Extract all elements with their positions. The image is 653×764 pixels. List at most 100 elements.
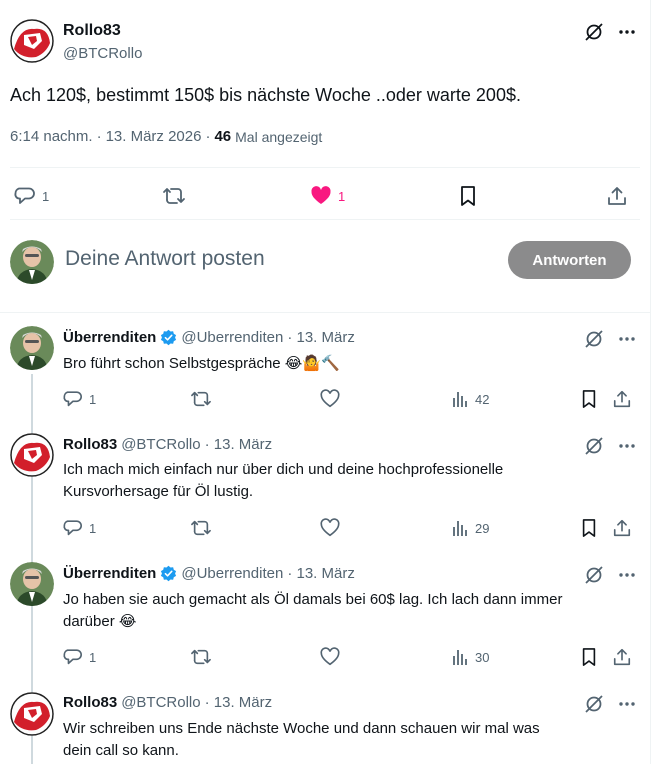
grok-icon[interactable]	[584, 22, 604, 42]
reply-action-bar: 1 42	[0, 386, 650, 416]
reply-top-icons	[584, 329, 636, 349]
section-divider	[0, 312, 650, 313]
more-options-icon[interactable]	[618, 695, 636, 713]
like-button[interactable]	[320, 389, 340, 409]
share-icon	[613, 519, 631, 537]
reply-text-line: dein call so kann.	[63, 742, 179, 759]
more-options-icon[interactable]	[618, 330, 636, 348]
like-button[interactable]	[320, 518, 340, 538]
reply-header: Überrenditen @Uberrenditen · 13. März	[63, 329, 355, 346]
reply-text: Wir schreiben uns Ende nächste Woche und…	[63, 718, 618, 762]
views-button[interactable]: 29	[451, 518, 489, 538]
reply-author-name[interactable]: Überrenditen	[63, 329, 156, 346]
views-button[interactable]: 30	[451, 647, 489, 667]
reply-author-handle[interactable]: @BTCRollo	[121, 436, 200, 453]
reply-icon	[63, 391, 82, 407]
reply-count: 1	[89, 649, 97, 665]
like-button[interactable]	[320, 647, 340, 667]
avatar-rollo83[interactable]	[10, 433, 54, 477]
repost-icon	[191, 520, 211, 536]
repost-icon	[191, 649, 211, 665]
repost-button[interactable]	[190, 389, 212, 409]
share-icon	[608, 187, 626, 205]
tweet-time[interactable]: 6:14 nachm.	[10, 128, 93, 145]
reply-author-name[interactable]: Rollo83	[63, 436, 117, 453]
current-user-avatar[interactable]	[10, 240, 54, 284]
bookmark-button[interactable]	[580, 389, 598, 409]
grok-icon[interactable]	[584, 565, 604, 585]
like-button[interactable]: 1	[310, 185, 345, 207]
author-name[interactable]: Rollo83	[63, 22, 121, 40]
tweet-text: Ach 120$, bestimmt 150$ bis nächste Woch…	[10, 85, 521, 105]
reply-header: Rollo83 @BTCRollo · 13. März	[63, 436, 272, 453]
repost-icon	[163, 188, 185, 204]
divider	[10, 219, 640, 220]
post-reply-button[interactable]: Antworten	[508, 241, 631, 279]
reply-header: Rollo83 @BTCRollo · 13. März	[63, 694, 272, 711]
reply-icon	[14, 187, 35, 204]
reply-author-name[interactable]: Rollo83	[63, 694, 117, 711]
views-button[interactable]: 42	[451, 389, 489, 409]
reply-header: Überrenditen @Uberrenditen · 13. März	[63, 565, 355, 582]
more-options-icon[interactable]	[618, 437, 636, 455]
repost-button[interactable]	[162, 185, 186, 207]
tweet-date[interactable]: 13. März 2026	[106, 128, 202, 145]
reply-author-handle[interactable]: @Uberrenditen	[181, 329, 283, 346]
analytics-icon	[453, 521, 467, 536]
avatar-uberrenditen[interactable]	[10, 562, 54, 606]
view-count: 46	[214, 128, 232, 145]
reply-date[interactable]: · 13. März	[205, 436, 273, 453]
reply-author-name[interactable]: Überrenditen	[63, 565, 156, 582]
heart-icon	[320, 518, 340, 537]
share-button[interactable]	[606, 185, 628, 207]
reply-text-line: Ich mach mich einfach nur über dich und …	[63, 461, 504, 478]
reply-count: 1	[89, 520, 97, 536]
grok-icon[interactable]	[584, 694, 604, 714]
grok-icon[interactable]	[584, 329, 604, 349]
repost-icon	[191, 391, 211, 407]
reply-text-line: Kursvorhersage für Öl lustig.	[63, 483, 254, 500]
reply-date[interactable]: · 13. März	[205, 694, 273, 711]
reply-date[interactable]: · 13. März	[287, 565, 355, 582]
view-count: 30	[475, 649, 490, 665]
repost-button[interactable]	[190, 647, 212, 667]
avatar-rollo83[interactable]	[10, 19, 54, 63]
bookmark-button[interactable]	[580, 518, 598, 538]
reply-icon	[63, 520, 82, 536]
reply-action-bar: 1 30	[0, 644, 650, 674]
reply-text-line: darüber 😂	[63, 613, 137, 630]
share-button[interactable]	[612, 389, 632, 409]
reply-author-handle[interactable]: @BTCRollo	[121, 694, 200, 711]
reply-button[interactable]: 1	[63, 518, 96, 538]
views-label: Mal angezeigt	[235, 128, 323, 145]
more-options-icon[interactable]	[618, 23, 636, 41]
more-options-icon[interactable]	[618, 566, 636, 584]
reply-top-icons	[584, 436, 636, 456]
reply-author-handle[interactable]: @Uberrenditen	[181, 565, 283, 582]
grok-icon[interactable]	[584, 436, 604, 456]
tweet-meta: 6:14 nachm. · 13. März 2026 · 46 Mal ang…	[10, 128, 322, 145]
avatar-rollo83[interactable]	[10, 692, 54, 736]
share-icon	[613, 648, 631, 666]
verified-badge-icon	[160, 329, 177, 346]
repost-button[interactable]	[190, 518, 212, 538]
reply-icon	[63, 649, 82, 665]
reply-button[interactable]: 1	[63, 647, 96, 667]
reply-input[interactable]: Deine Antwort posten	[65, 247, 265, 271]
analytics-icon	[453, 650, 467, 665]
main-action-bar: 1 1	[0, 181, 650, 211]
divider	[10, 167, 640, 168]
reply-date[interactable]: · 13. März	[287, 329, 355, 346]
author-handle[interactable]: @BTCRollo	[63, 45, 142, 62]
bookmark-button[interactable]	[580, 647, 598, 667]
reply-top-icons	[584, 565, 636, 585]
reply-text-line: Jo haben sie auch gemacht als Öl damals …	[63, 591, 563, 608]
share-button[interactable]	[612, 647, 632, 667]
bookmark-button[interactable]	[458, 185, 478, 207]
avatar-uberrenditen[interactable]	[10, 326, 54, 370]
reply-button[interactable]: 1	[14, 185, 49, 207]
reply-button[interactable]: 1	[63, 389, 96, 409]
bookmark-icon	[582, 390, 596, 408]
view-count: 42	[475, 391, 490, 407]
share-button[interactable]	[612, 518, 632, 538]
